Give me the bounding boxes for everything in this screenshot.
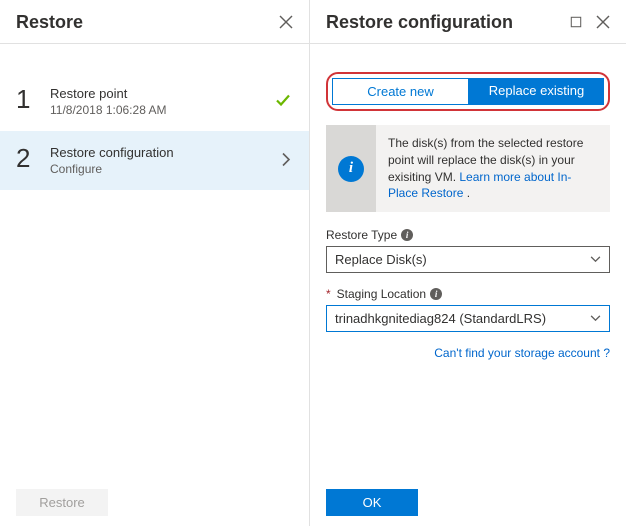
restore-type-field: Restore Type i Replace Disk(s) [326, 228, 610, 273]
step-number: 1 [16, 86, 50, 112]
left-header: Restore [0, 0, 309, 44]
close-icon[interactable] [596, 15, 610, 31]
step-restore-configuration[interactable]: 2 Restore configuration Configure [0, 131, 309, 190]
chevron-right-icon [281, 152, 291, 169]
step-restore-point[interactable]: 1 Restore point 11/8/2018 1:06:28 AM [0, 72, 309, 131]
step2-subtitle: Configure [50, 162, 293, 176]
close-icon[interactable] [279, 15, 293, 31]
maximize-icon[interactable] [570, 16, 582, 30]
step-number: 2 [16, 145, 50, 171]
info-icon: i [326, 125, 376, 212]
chevron-down-icon [590, 256, 601, 263]
tab-replace-existing[interactable]: Replace existing [469, 78, 604, 105]
staging-location-value: trinadhkgnitediag824 (StandardLRS) [335, 311, 546, 326]
checkmark-icon [275, 92, 291, 111]
storage-help-link[interactable]: Can't find your storage account ? [434, 346, 610, 360]
staging-location-label: Staging Location [337, 287, 426, 301]
restore-type-select[interactable]: Replace Disk(s) [326, 246, 610, 273]
tab-create-new[interactable]: Create new [332, 78, 469, 105]
right-header: Restore configuration [310, 0, 626, 44]
info-banner: i The disk(s) from the selected restore … [326, 125, 610, 212]
left-footer: Restore [0, 479, 309, 526]
right-footer: OK [310, 479, 626, 526]
right-title: Restore configuration [326, 12, 513, 33]
step1-title: Restore point [50, 86, 293, 101]
ok-button[interactable]: OK [326, 489, 418, 516]
restore-type-value: Replace Disk(s) [335, 252, 427, 267]
info-tooltip-icon[interactable]: i [401, 229, 413, 241]
step1-subtitle: 11/8/2018 1:06:28 AM [50, 103, 293, 117]
info-tooltip-icon[interactable]: i [430, 288, 442, 300]
staging-location-select[interactable]: trinadhkgnitediag824 (StandardLRS) [326, 305, 610, 332]
info-text: The disk(s) from the selected restore po… [376, 125, 610, 212]
step2-title: Restore configuration [50, 145, 293, 160]
restore-button[interactable]: Restore [16, 489, 108, 516]
chevron-down-icon [590, 315, 601, 322]
restore-type-label: Restore Type [326, 228, 397, 242]
restore-wizard-panel: Restore 1 Restore point 11/8/2018 1:06:2… [0, 0, 310, 526]
left-title: Restore [16, 12, 83, 33]
restore-config-panel: Restore configuration Create new Replace… [310, 0, 626, 526]
required-asterisk: * [326, 287, 331, 301]
staging-location-field: * Staging Location i trinadhkgnitediag82… [326, 287, 610, 332]
restore-mode-toggle: Create new Replace existing [326, 72, 610, 111]
